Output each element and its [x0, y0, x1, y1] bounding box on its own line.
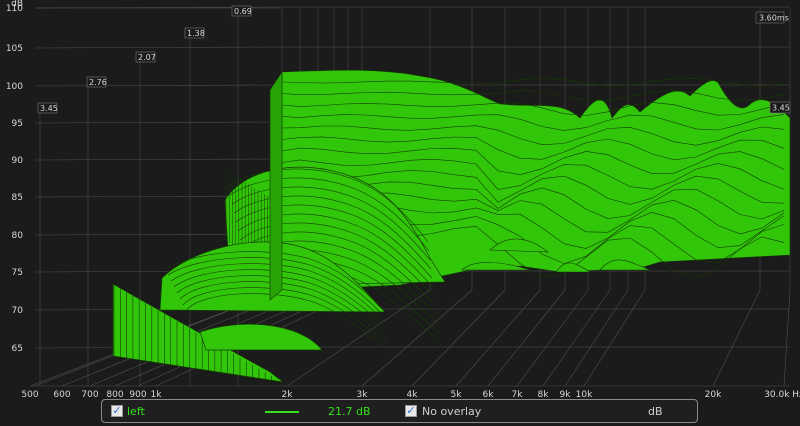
- y-tick-label: 70: [12, 306, 24, 316]
- time-tick: 2.07: [135, 51, 156, 63]
- grid-line: [583, 289, 646, 387]
- svg-text:2.76: 2.76: [89, 78, 107, 87]
- series-checkbox[interactable]: ✓: [111, 405, 123, 417]
- waterfall-plot: 11010510095908580757065 500 600 700 800 900 1…: [6, 0, 800, 400]
- y-tick-label: 100: [6, 82, 23, 92]
- x-tick-label: 30.0k Hz: [764, 390, 800, 400]
- grid-line: [487, 289, 566, 387]
- y-tick-label: 95: [12, 119, 23, 129]
- y-tick-label: 75: [12, 268, 23, 278]
- grid-line: [564, 289, 629, 387]
- y-tick-label: 90: [12, 156, 24, 166]
- time-tick: 2.76: [86, 76, 107, 88]
- grid-line: [34, 84, 283, 87]
- time-axis-labels: 3.45 2.76 2.07 1.38 0.69: [37, 5, 252, 114]
- overlay-select[interactable]: No overlay: [422, 405, 481, 418]
- svg-text:0.69: 0.69: [234, 7, 252, 16]
- svg-text:1.38: 1.38: [187, 29, 205, 38]
- overlay-checkbox[interactable]: ✓: [405, 405, 417, 417]
- grid-line: [542, 289, 611, 387]
- time-tick: 1.38: [184, 27, 205, 39]
- y-tick-label: 85: [12, 193, 23, 203]
- y-tick-label: 80: [12, 231, 24, 241]
- y-axis-labels: 11010510095908580757065: [6, 4, 23, 354]
- grid-line: [34, 158, 283, 161]
- x-tick-label: 600: [53, 390, 70, 400]
- series-value: 21.7 dB: [328, 405, 371, 418]
- svg-text:3.45: 3.45: [772, 104, 790, 113]
- waterfall-front-lobe: [199, 323, 323, 351]
- unit-label: dB: [648, 405, 663, 418]
- svg-text:3.45: 3.45: [40, 104, 58, 113]
- y-tick-label: 65: [12, 344, 23, 354]
- series-label: left: [127, 405, 145, 418]
- grid-line: [34, 46, 283, 49]
- x-tick-label: 20k: [705, 390, 722, 400]
- x-tick-label: 500: [21, 390, 38, 400]
- waterfall-slices: [112, 69, 791, 383]
- legend-bar: ✓ left 21.7 dB ✓ No overlay dB: [101, 399, 698, 423]
- x-tick-label: 700: [81, 390, 98, 400]
- grid-line: [34, 121, 283, 124]
- grid-line: [783, 289, 791, 387]
- time-end-label: 3.60ms: [755, 11, 789, 24]
- y-tick-label: 105: [6, 44, 23, 54]
- y-axis-unit: dB: [11, 0, 23, 9]
- time-tick: 0.69: [231, 5, 252, 17]
- svg-text:3.60ms: 3.60ms: [759, 14, 789, 23]
- waterfall-back-face: [269, 71, 283, 301]
- svg-text:2.07: 2.07: [138, 53, 156, 62]
- grid-line: [712, 289, 761, 387]
- time-tick: 3.45: [37, 102, 58, 114]
- series-color-line: [265, 411, 299, 413]
- time-right-label: 3.45: [769, 101, 791, 114]
